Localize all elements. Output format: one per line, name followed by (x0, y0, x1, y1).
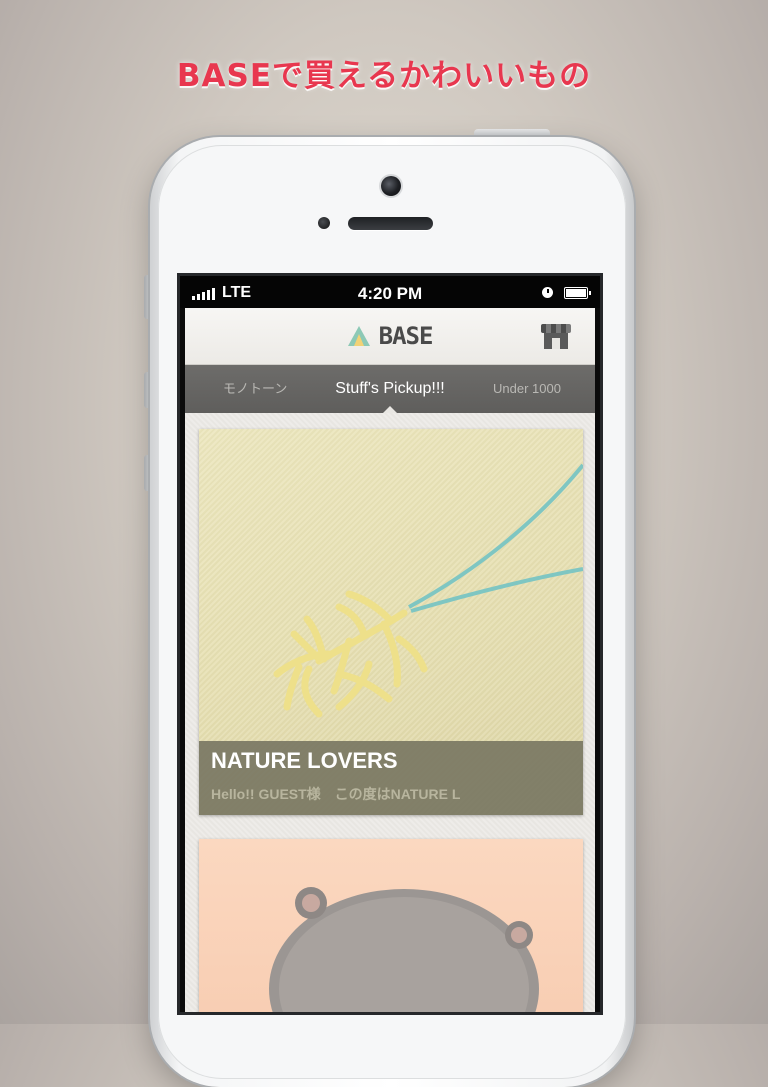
card-description: Hello!! GUEST様 この度はNATURE L (211, 786, 461, 802)
phone-screen: LTE 4:20 PM BASE モノトーン Stuff's Pickup!!!… (180, 276, 600, 1012)
alarm-clock-icon (542, 287, 553, 298)
nav-bar: BASE (185, 308, 595, 365)
feed-list[interactable]: NATURE LOVERS Hello!! GUEST様 この度はNATURE … (185, 413, 595, 1012)
front-camera (381, 176, 401, 196)
app-logo[interactable]: BASE (185, 322, 595, 350)
shop-awning (541, 324, 571, 333)
card-caption: NATURE LOVERS Hello!! GUEST様 この度はNATURE … (199, 741, 583, 815)
card-photo (199, 839, 583, 1012)
card-title: NATURE LOVERS (211, 748, 398, 773)
plush-bear-image (269, 887, 539, 1012)
tab-under-1000[interactable]: Under 1000 (493, 365, 561, 413)
category-tabs: モノトーン Stuff's Pickup!!! Under 1000 (185, 365, 595, 413)
app-view: BASE モノトーン Stuff's Pickup!!! Under 1000 (185, 308, 595, 1012)
necklace-image (273, 463, 583, 718)
feed-card[interactable]: NATURE LOVERS Hello!! GUEST様 この度はNATURE … (199, 429, 583, 815)
status-time: 4:20 PM (357, 284, 423, 303)
proximity-sensor (318, 217, 330, 229)
battery-icon (564, 287, 591, 299)
status-bar: LTE 4:20 PM (180, 276, 600, 308)
promo-headline: BASEで買えるかわいいもの (176, 58, 592, 94)
logo-text: BASE (378, 322, 434, 350)
feed-card[interactable] (199, 839, 583, 1012)
tent-icon (347, 326, 370, 346)
earpiece-speaker (348, 217, 433, 230)
shop-icon[interactable] (541, 324, 571, 350)
active-tab-indicator (383, 406, 397, 413)
shop-body (544, 333, 568, 349)
